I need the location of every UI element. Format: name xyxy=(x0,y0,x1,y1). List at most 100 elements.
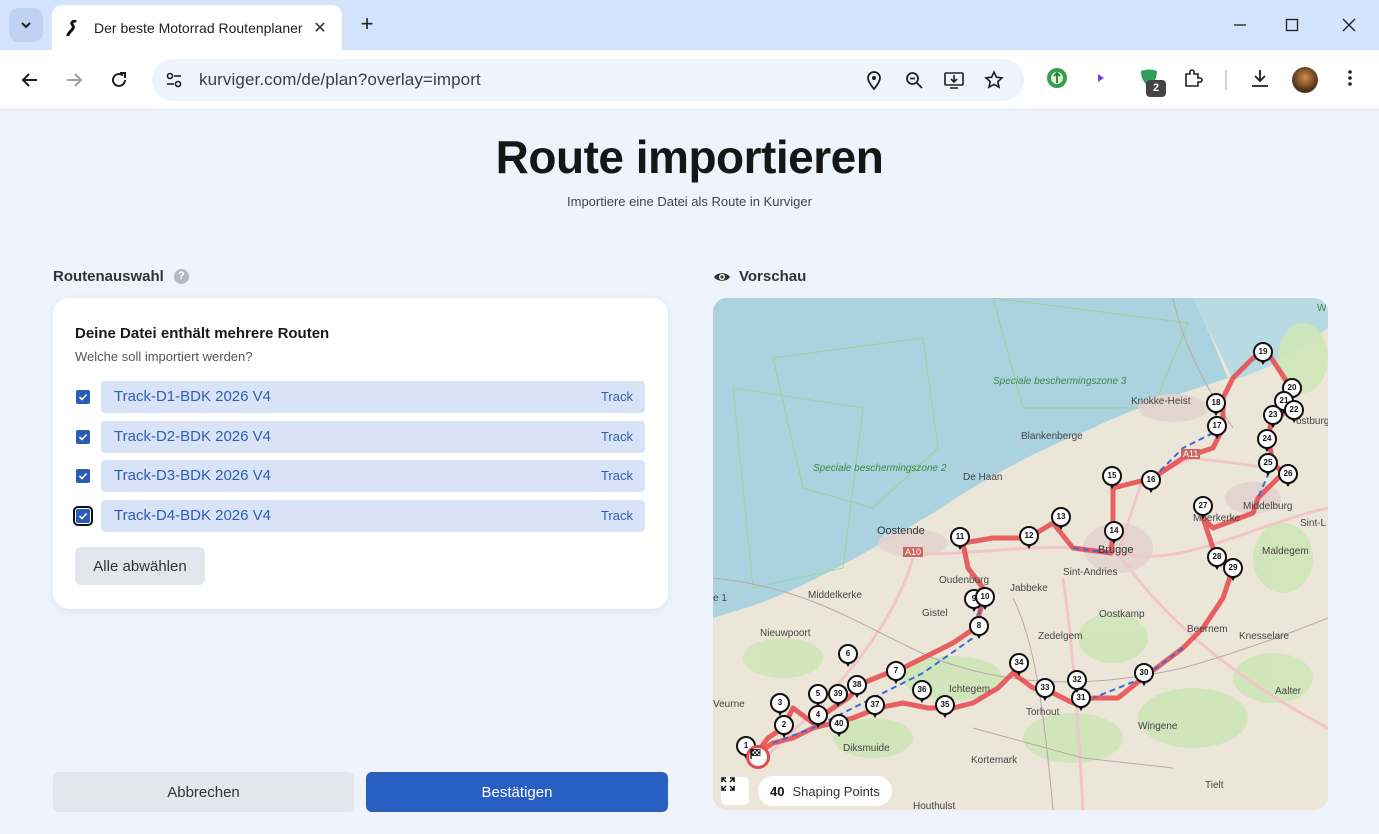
tab-search-button[interactable] xyxy=(9,8,43,42)
shaping-point-pin[interactable]: 8 xyxy=(969,616,989,639)
shaping-point-pin[interactable]: 10 xyxy=(975,587,995,610)
map-label: Blankenberge xyxy=(1021,431,1083,442)
map-label: Oudenburg xyxy=(939,575,990,586)
shaping-point-pin[interactable]: 7 xyxy=(886,661,906,684)
shaping-point-pin[interactable]: 30 xyxy=(1134,663,1154,686)
route-preview-map[interactable]: Oostende Brugge Blankenberge Knokke-Heis… xyxy=(713,298,1328,810)
shaping-point-pin[interactable]: 16 xyxy=(1141,470,1161,493)
card-subheading: Welche soll importiert werden? xyxy=(75,349,253,364)
shaping-point-pin[interactable]: 19 xyxy=(1253,342,1273,365)
zoom-out-icon[interactable] xyxy=(903,69,925,91)
address-bar[interactable]: kurviger.com/de/plan?overlay=import xyxy=(152,59,1024,101)
map-label: Gistel xyxy=(922,608,948,619)
shaping-point-pin[interactable]: 13 xyxy=(1051,507,1071,530)
shaping-point-pin[interactable]: 22 xyxy=(1284,400,1304,423)
cancel-button[interactable]: Abbrechen xyxy=(53,772,354,812)
shaping-points-count: 40 Shaping Points xyxy=(758,776,892,806)
deselect-all-button[interactable]: Alle abwählen xyxy=(75,547,205,585)
green-extension-icon[interactable] xyxy=(1045,66,1069,90)
location-pin-icon[interactable] xyxy=(863,69,885,91)
shaping-point-pin[interactable]: 32 xyxy=(1067,670,1087,693)
route-item[interactable]: Track-D3-BDK 2026 V4 Track xyxy=(101,460,645,492)
confirm-button[interactable]: Bestätigen xyxy=(366,772,668,812)
shaping-point-pin[interactable]: 23 xyxy=(1263,405,1283,428)
route-item[interactable]: Track-D1-BDK 2026 V4 Track xyxy=(101,381,645,413)
shaping-point-pin[interactable]: 34 xyxy=(1009,653,1029,676)
maximize-button[interactable] xyxy=(1280,13,1304,37)
route-row[interactable]: Track-D4-BDK 2026 V4 Track xyxy=(73,500,645,532)
site-settings-icon[interactable] xyxy=(162,68,186,92)
shaping-point-pin[interactable]: 29 xyxy=(1223,558,1243,581)
route-row[interactable]: Track-D1-BDK 2026 V4 Track xyxy=(75,381,645,413)
route-item[interactable]: Track-D2-BDK 2026 V4 Track xyxy=(101,421,645,453)
route-row[interactable]: Track-D2-BDK 2026 V4 Track xyxy=(75,421,645,453)
shaping-point-pin[interactable]: 17 xyxy=(1207,416,1227,439)
profile-avatar[interactable] xyxy=(1292,67,1318,93)
shaping-point-pin[interactable]: 38 xyxy=(847,675,867,698)
shaping-point-pin[interactable]: 27 xyxy=(1193,496,1213,519)
map-label: Sint-L xyxy=(1300,518,1327,529)
route-selection-card: Deine Datei enthält mehrere Routen Welch… xyxy=(53,298,668,609)
eye-icon xyxy=(714,272,730,281)
shaping-point-pin[interactable]: 40 xyxy=(829,714,849,737)
expand-map-button[interactable] xyxy=(721,777,749,805)
shaping-point-pin[interactable]: 37 xyxy=(865,695,885,718)
map-label: Beernem xyxy=(1187,624,1228,635)
back-button[interactable] xyxy=(17,67,43,93)
route-checkbox[interactable] xyxy=(76,390,90,404)
browser-tab[interactable]: Der beste Motorrad Routenplaner ✕ xyxy=(52,5,342,50)
shaping-point-pin[interactable]: 33 xyxy=(1035,678,1055,701)
minimize-button[interactable] xyxy=(1228,13,1252,37)
shaping-point-pin[interactable]: 12 xyxy=(1019,526,1039,549)
route-item[interactable]: Track-D4-BDK 2026 V4 Track xyxy=(101,500,645,532)
shaping-point-pin[interactable]: 15 xyxy=(1102,466,1122,489)
route-row[interactable]: Track-D3-BDK 2026 V4 Track xyxy=(75,460,645,492)
browser-toolbar: kurviger.com/de/plan?overlay=import xyxy=(0,50,1379,110)
route-checkbox[interactable] xyxy=(76,430,90,444)
shaping-point-pin[interactable]: 3 xyxy=(770,693,790,716)
map-label: Wingene xyxy=(1138,721,1178,732)
shaping-point-pin[interactable]: 36 xyxy=(912,680,932,703)
page-title: Route importieren xyxy=(495,131,884,183)
route-checkbox[interactable] xyxy=(76,469,90,483)
close-window-button[interactable] xyxy=(1337,13,1361,37)
bookmark-star-icon[interactable] xyxy=(983,69,1005,91)
forward-button[interactable] xyxy=(61,67,87,93)
start-flag-pin[interactable] xyxy=(746,745,770,769)
shaping-point-pin[interactable]: 39 xyxy=(828,684,848,707)
shaping-point-pin[interactable]: 2 xyxy=(774,715,794,738)
extensions-puzzle-icon[interactable] xyxy=(1181,66,1205,90)
map-label: Diksmuide xyxy=(843,743,890,754)
shaping-point-pin[interactable]: 14 xyxy=(1104,521,1124,544)
new-tab-button[interactable]: + xyxy=(354,12,380,38)
map-canvas xyxy=(713,298,1328,810)
close-tab-icon[interactable]: ✕ xyxy=(310,18,330,38)
route-type: Track xyxy=(600,508,633,523)
shaping-point-pin[interactable]: 6 xyxy=(838,644,858,667)
shaping-point-pin[interactable]: 25 xyxy=(1258,453,1278,476)
url-text[interactable]: kurviger.com/de/plan?overlay=import xyxy=(199,70,481,90)
shaping-point-pin[interactable]: 24 xyxy=(1257,429,1277,452)
shaping-point-pin[interactable]: 4 xyxy=(808,705,828,728)
shaping-point-pin[interactable]: 18 xyxy=(1206,393,1226,416)
shaping-point-pin[interactable]: 5 xyxy=(808,684,828,707)
map-label: Zedelgem xyxy=(1038,631,1083,642)
route-checkbox[interactable] xyxy=(73,506,93,526)
reload-icon xyxy=(112,72,126,87)
downloads-icon[interactable] xyxy=(1248,66,1272,90)
map-label: Nieuwpoort xyxy=(760,628,811,639)
map-label: Brugge xyxy=(1098,544,1134,556)
check-icon xyxy=(78,472,88,480)
shaping-point-pin[interactable]: 26 xyxy=(1278,464,1298,487)
more-menu-icon[interactable] xyxy=(1338,66,1362,90)
install-app-icon[interactable] xyxy=(943,69,965,91)
shaping-point-pin[interactable]: 11 xyxy=(950,527,970,550)
help-icon[interactable]: ? xyxy=(173,269,189,284)
route-name: Track-D1-BDK 2026 V4 xyxy=(114,388,272,405)
expand-icon xyxy=(721,777,735,791)
map-label: Tielt xyxy=(1205,780,1224,791)
map-label: Middelkerke xyxy=(808,590,862,601)
shaping-point-pin[interactable]: 35 xyxy=(935,695,955,718)
reload-button[interactable] xyxy=(106,67,132,93)
play-extension-icon[interactable] xyxy=(1089,66,1113,90)
